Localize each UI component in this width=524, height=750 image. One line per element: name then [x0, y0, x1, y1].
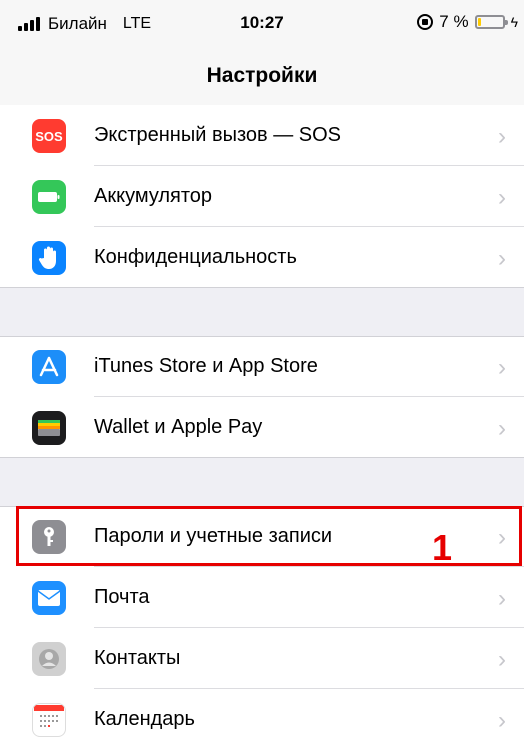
row-label: Почта — [94, 586, 150, 608]
chevron-right-icon: › — [498, 415, 506, 442]
battery-percent: 7 % — [439, 12, 469, 31]
status-bar: Билайн LTE 10:27 7 % ϟ — [0, 0, 524, 44]
row-label: Конфиденциальность — [94, 246, 297, 268]
settings-row-wallet[interactable]: Wallet и Apple Pay › — [0, 397, 524, 458]
key-icon — [32, 520, 66, 554]
hand-icon — [32, 241, 66, 275]
chevron-right-icon: › — [498, 524, 506, 551]
row-label: Экстренный вызов — SOS — [94, 124, 341, 146]
settings-group-1: SOS Экстренный вызов — SOS › Аккумулятор… — [0, 105, 524, 288]
chevron-right-icon: › — [498, 707, 506, 734]
row-label: Контакты — [94, 647, 181, 669]
settings-row-calendar[interactable]: Календарь › — [0, 689, 524, 750]
chevron-right-icon: › — [498, 585, 506, 612]
row-label: Wallet и Apple Pay — [94, 416, 263, 438]
annotation-marker: 1 — [432, 527, 453, 568]
page-title: Настройки — [206, 64, 318, 87]
mail-icon — [32, 581, 66, 615]
sos-icon: SOS — [32, 119, 66, 153]
settings-row-sos[interactable]: SOS Экстренный вызов — SOS › — [0, 105, 524, 166]
row-label: Аккумулятор — [94, 185, 213, 207]
chevron-right-icon: › — [498, 354, 506, 381]
settings-group-2: iTunes Store и App Store › Wallet и Appl… — [0, 336, 524, 458]
settings-row-battery[interactable]: Аккумулятор › — [0, 166, 524, 227]
status-right: 7 % ϟ — [417, 12, 518, 32]
settings-row-mail[interactable]: Почта › — [0, 567, 524, 628]
battery-icon — [32, 180, 66, 214]
chevron-right-icon: › — [498, 123, 506, 150]
calendar-icon — [32, 703, 66, 737]
row-label: iTunes Store и App Store — [94, 355, 318, 377]
app-store-icon — [32, 350, 66, 384]
contacts-icon — [32, 642, 66, 676]
battery-icon — [474, 15, 508, 29]
settings-row-app-store[interactable]: iTunes Store и App Store › — [0, 336, 524, 397]
settings-row-contacts[interactable]: Контакты › — [0, 628, 524, 689]
navigation-bar: Настройки — [0, 44, 524, 108]
chevron-right-icon: › — [498, 184, 506, 211]
settings-row-privacy[interactable]: Конфиденциальность › — [0, 227, 524, 288]
charging-icon: ϟ — [510, 14, 518, 30]
wallet-icon — [32, 411, 66, 445]
row-label: Пароли и учетные записи — [94, 525, 333, 547]
rotation-lock-icon — [417, 14, 434, 30]
chevron-right-icon: › — [498, 245, 506, 272]
chevron-right-icon: › — [498, 646, 506, 673]
row-label: Календарь — [94, 708, 195, 730]
